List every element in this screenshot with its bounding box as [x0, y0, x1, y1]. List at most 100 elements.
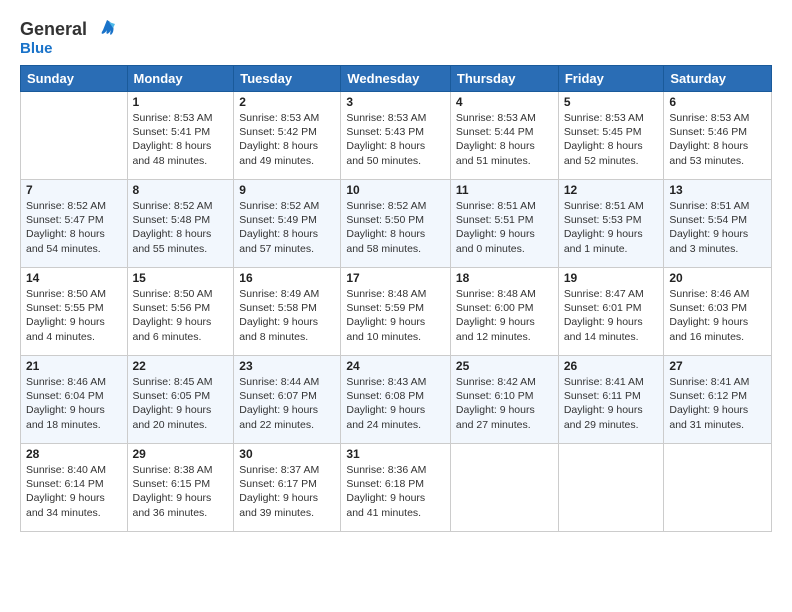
- logo-container: General Blue: [20, 16, 117, 57]
- day-info: Sunrise: 8:49 AM Sunset: 5:58 PM Dayligh…: [239, 287, 335, 344]
- day-number: 16: [239, 271, 335, 285]
- page: General Blue SundayMondayTuesdayWednesda…: [0, 0, 792, 542]
- calendar-cell: 12 Sunrise: 8:51 AM Sunset: 5:53 PM Dayli…: [558, 180, 664, 268]
- day-info: Sunrise: 8:51 AM Sunset: 5:51 PM Dayligh…: [456, 199, 553, 256]
- calendar-cell: 11 Sunrise: 8:51 AM Sunset: 5:51 PM Dayli…: [450, 180, 558, 268]
- calendar-cell: 27 Sunrise: 8:41 AM Sunset: 6:12 PM Dayli…: [664, 356, 772, 444]
- day-info: Sunrise: 8:40 AM Sunset: 6:14 PM Dayligh…: [26, 463, 122, 520]
- weekday-header-saturday: Saturday: [664, 66, 772, 92]
- day-info: Sunrise: 8:52 AM Sunset: 5:48 PM Dayligh…: [133, 199, 229, 256]
- day-number: 6: [669, 95, 766, 109]
- day-number: 24: [346, 359, 445, 373]
- day-info: Sunrise: 8:37 AM Sunset: 6:17 PM Dayligh…: [239, 463, 335, 520]
- weekday-header-sunday: Sunday: [21, 66, 128, 92]
- day-info: Sunrise: 8:51 AM Sunset: 5:54 PM Dayligh…: [669, 199, 766, 256]
- day-number: 23: [239, 359, 335, 373]
- day-number: 13: [669, 183, 766, 197]
- calendar-table: SundayMondayTuesdayWednesdayThursdayFrid…: [20, 65, 772, 532]
- calendar-cell: 3 Sunrise: 8:53 AM Sunset: 5:43 PM Daylig…: [341, 92, 451, 180]
- calendar-cell: 17Sunrise: 8:48 AM Sunset: 5:59 PM Dayli…: [341, 268, 451, 356]
- logo-bird-icon: [89, 16, 117, 44]
- calendar-cell: 28Sunrise: 8:40 AM Sunset: 6:14 PM Dayli…: [21, 444, 128, 532]
- day-number: 30: [239, 447, 335, 461]
- day-number: 2: [239, 95, 335, 109]
- day-info: Sunrise: 8:46 AM Sunset: 6:04 PM Dayligh…: [26, 375, 122, 432]
- week-row-5: 28Sunrise: 8:40 AM Sunset: 6:14 PM Dayli…: [21, 444, 772, 532]
- calendar-cell: 6 Sunrise: 8:53 AM Sunset: 5:46 PM Daylig…: [664, 92, 772, 180]
- calendar-cell: 25 Sunrise: 8:42 AM Sunset: 6:10 PM Dayli…: [450, 356, 558, 444]
- logo-general: General: [20, 20, 87, 40]
- day-info: Sunrise: 8:45 AM Sunset: 6:05 PM Dayligh…: [133, 375, 229, 432]
- day-number: 17: [346, 271, 445, 285]
- calendar-cell: 13 Sunrise: 8:51 AM Sunset: 5:54 PM Dayli…: [664, 180, 772, 268]
- day-info: Sunrise: 8:50 AM Sunset: 5:56 PM Dayligh…: [133, 287, 229, 344]
- day-number: 29: [133, 447, 229, 461]
- calendar-cell: 9 Sunrise: 8:52 AM Sunset: 5:49 PM Daylig…: [234, 180, 341, 268]
- day-info: Sunrise: 8:53 AM Sunset: 5:43 PM Dayligh…: [346, 111, 445, 168]
- day-info: Sunrise: 8:47 AM Sunset: 6:01 PM Dayligh…: [564, 287, 659, 344]
- day-number: 21: [26, 359, 122, 373]
- day-info: Sunrise: 8:52 AM Sunset: 5:49 PM Dayligh…: [239, 199, 335, 256]
- logo: General Blue: [20, 16, 117, 57]
- day-info: Sunrise: 8:53 AM Sunset: 5:45 PM Dayligh…: [564, 111, 659, 168]
- calendar-cell: 2 Sunrise: 8:53 AM Sunset: 5:42 PM Daylig…: [234, 92, 341, 180]
- day-info: Sunrise: 8:51 AM Sunset: 5:53 PM Dayligh…: [564, 199, 659, 256]
- week-row-4: 21 Sunrise: 8:46 AM Sunset: 6:04 PM Dayli…: [21, 356, 772, 444]
- day-number: 9: [239, 183, 335, 197]
- calendar-cell: 20 Sunrise: 8:46 AM Sunset: 6:03 PM Dayli…: [664, 268, 772, 356]
- day-number: 14: [26, 271, 122, 285]
- day-number: 11: [456, 183, 553, 197]
- calendar-cell: 18 Sunrise: 8:48 AM Sunset: 6:00 PM Dayli…: [450, 268, 558, 356]
- calendar-cell: [21, 92, 128, 180]
- weekday-header-tuesday: Tuesday: [234, 66, 341, 92]
- day-info: Sunrise: 8:53 AM Sunset: 5:41 PM Dayligh…: [133, 111, 229, 168]
- day-number: 3: [346, 95, 445, 109]
- day-number: 4: [456, 95, 553, 109]
- day-info: Sunrise: 8:52 AM Sunset: 5:47 PM Dayligh…: [26, 199, 122, 256]
- calendar-cell: 1 Sunrise: 8:53 AM Sunset: 5:41 PM Daylig…: [127, 92, 234, 180]
- day-number: 12: [564, 183, 659, 197]
- day-info: Sunrise: 8:43 AM Sunset: 6:08 PM Dayligh…: [346, 375, 445, 432]
- calendar-cell: 8 Sunrise: 8:52 AM Sunset: 5:48 PM Daylig…: [127, 180, 234, 268]
- day-number: 22: [133, 359, 229, 373]
- calendar-cell: [664, 444, 772, 532]
- day-number: 1: [133, 95, 229, 109]
- calendar-cell: [558, 444, 664, 532]
- calendar-cell: 30 Sunrise: 8:37 AM Sunset: 6:17 PM Dayli…: [234, 444, 341, 532]
- week-row-3: 14Sunrise: 8:50 AM Sunset: 5:55 PM Dayli…: [21, 268, 772, 356]
- day-info: Sunrise: 8:36 AM Sunset: 6:18 PM Dayligh…: [346, 463, 445, 520]
- calendar-cell: 19Sunrise: 8:47 AM Sunset: 6:01 PM Dayli…: [558, 268, 664, 356]
- day-info: Sunrise: 8:41 AM Sunset: 6:11 PM Dayligh…: [564, 375, 659, 432]
- day-number: 20: [669, 271, 766, 285]
- day-info: Sunrise: 8:53 AM Sunset: 5:42 PM Dayligh…: [239, 111, 335, 168]
- weekday-header-row: SundayMondayTuesdayWednesdayThursdayFrid…: [21, 66, 772, 92]
- calendar-cell: 31Sunrise: 8:36 AM Sunset: 6:18 PM Dayli…: [341, 444, 451, 532]
- day-number: 7: [26, 183, 122, 197]
- day-number: 25: [456, 359, 553, 373]
- day-number: 27: [669, 359, 766, 373]
- calendar-cell: 24 Sunrise: 8:43 AM Sunset: 6:08 PM Dayli…: [341, 356, 451, 444]
- calendar-cell: 29 Sunrise: 8:38 AM Sunset: 6:15 PM Dayli…: [127, 444, 234, 532]
- day-number: 8: [133, 183, 229, 197]
- day-info: Sunrise: 8:53 AM Sunset: 5:46 PM Dayligh…: [669, 111, 766, 168]
- day-info: Sunrise: 8:46 AM Sunset: 6:03 PM Dayligh…: [669, 287, 766, 344]
- calendar-cell: 4 Sunrise: 8:53 AM Sunset: 5:44 PM Daylig…: [450, 92, 558, 180]
- day-info: Sunrise: 8:53 AM Sunset: 5:44 PM Dayligh…: [456, 111, 553, 168]
- weekday-header-wednesday: Wednesday: [341, 66, 451, 92]
- day-number: 15: [133, 271, 229, 285]
- day-info: Sunrise: 8:41 AM Sunset: 6:12 PM Dayligh…: [669, 375, 766, 432]
- day-number: 18: [456, 271, 553, 285]
- calendar-cell: 21 Sunrise: 8:46 AM Sunset: 6:04 PM Dayli…: [21, 356, 128, 444]
- calendar-cell: [450, 444, 558, 532]
- weekday-header-thursday: Thursday: [450, 66, 558, 92]
- calendar-cell: 22 Sunrise: 8:45 AM Sunset: 6:05 PM Dayli…: [127, 356, 234, 444]
- header: General Blue: [20, 16, 772, 57]
- day-info: Sunrise: 8:38 AM Sunset: 6:15 PM Dayligh…: [133, 463, 229, 520]
- day-info: Sunrise: 8:48 AM Sunset: 6:00 PM Dayligh…: [456, 287, 553, 344]
- weekday-header-monday: Monday: [127, 66, 234, 92]
- day-number: 10: [346, 183, 445, 197]
- day-info: Sunrise: 8:52 AM Sunset: 5:50 PM Dayligh…: [346, 199, 445, 256]
- day-info: Sunrise: 8:42 AM Sunset: 6:10 PM Dayligh…: [456, 375, 553, 432]
- calendar-cell: 23Sunrise: 8:44 AM Sunset: 6:07 PM Dayli…: [234, 356, 341, 444]
- day-number: 5: [564, 95, 659, 109]
